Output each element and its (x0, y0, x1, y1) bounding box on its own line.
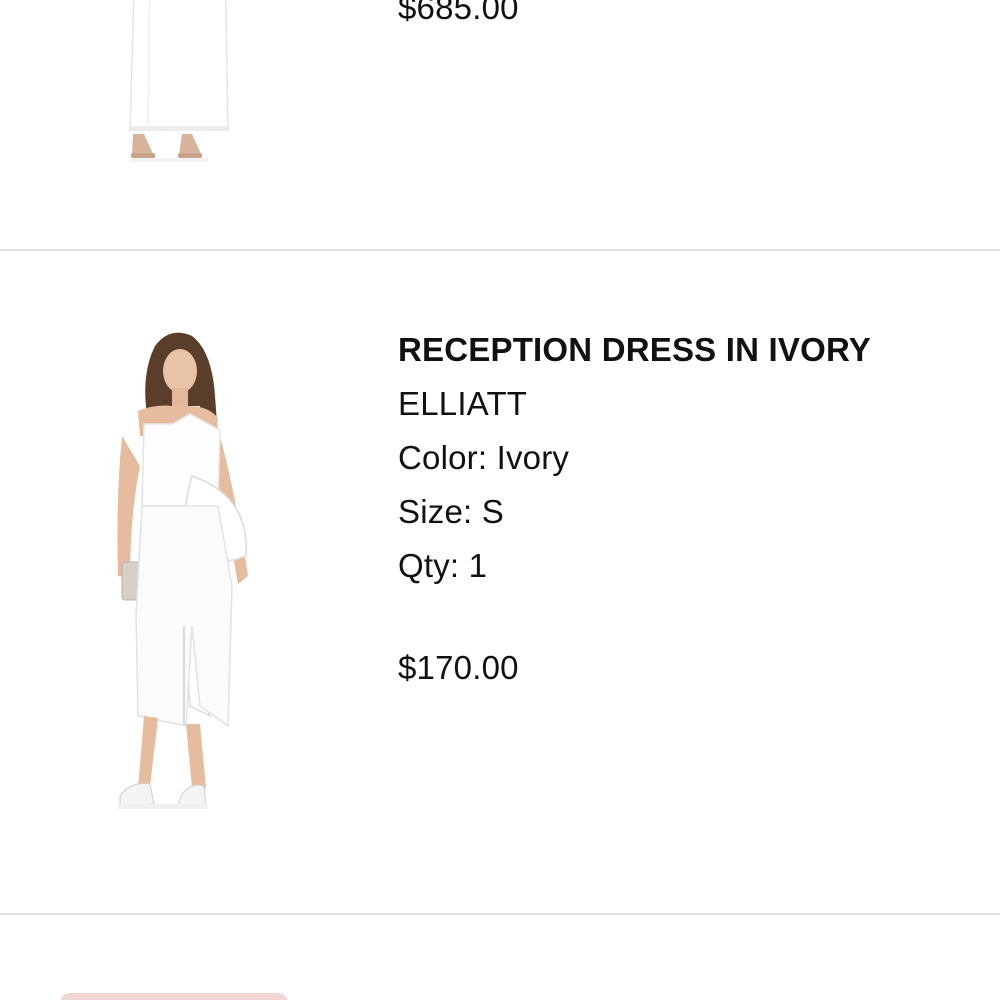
item-price: $685.00 (398, 0, 519, 26)
item-details: RECEPTION DRESS IN IVORY ELLIATT Color: … (398, 330, 871, 688)
divider (0, 913, 1000, 915)
checkout-button[interactable] (60, 993, 288, 1000)
item-price: $170.00 (398, 649, 519, 686)
item-details: $685.00 (398, 0, 519, 28)
cart-page: $685.00 RECEPTION DRESS IN IVORY ELLIATT… (0, 0, 1000, 1000)
cart-item: RECEPTION DRESS IN IVORY ELLIATT Color: … (0, 251, 1000, 915)
product-color: Color: Ivory (398, 439, 570, 476)
product-image[interactable] (100, 0, 260, 170)
ivory-dress-photo (117, 332, 248, 809)
cart-item: $685.00 (0, 0, 1000, 250)
product-size: Size: S (398, 493, 504, 530)
product-title[interactable]: RECEPTION DRESS IN IVORY (398, 330, 871, 370)
product-brand: ELLIATT (398, 385, 528, 422)
product-image[interactable] (100, 326, 270, 836)
product-quantity: Qty: 1 (398, 547, 488, 584)
white-gown-photo (129, 0, 229, 162)
